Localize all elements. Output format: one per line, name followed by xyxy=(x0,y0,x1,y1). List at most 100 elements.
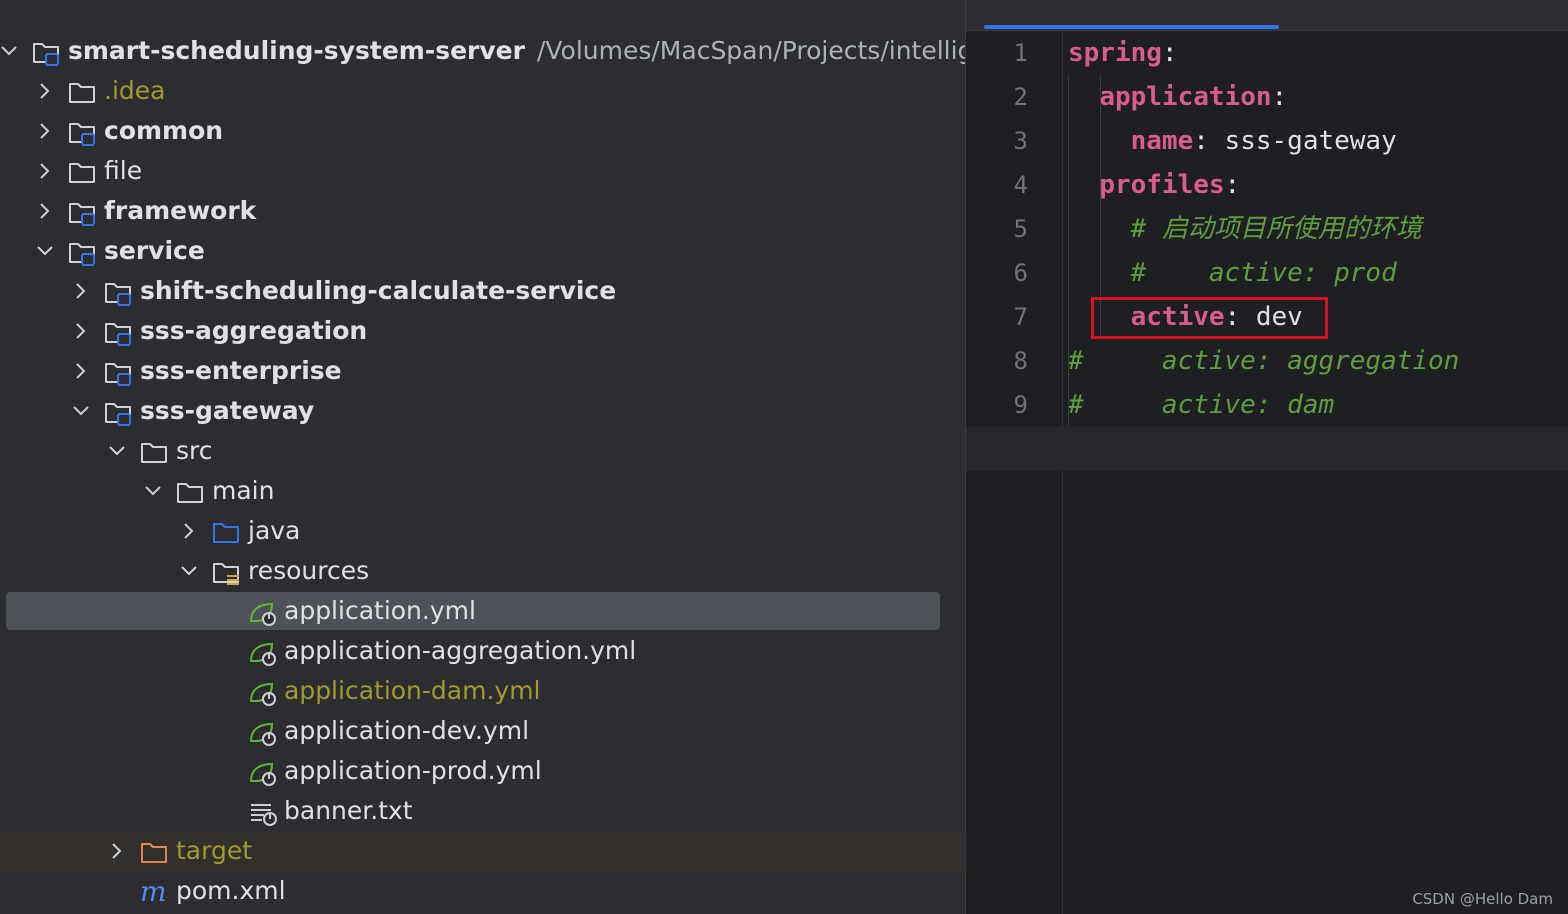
chevron-down-icon[interactable] xyxy=(0,41,17,61)
tree-item-label: shift-scheduling-calculate-service xyxy=(140,276,617,305)
tree-row[interactable]: application-dev.yml xyxy=(0,711,965,751)
code-token: : sss-gateway xyxy=(1193,126,1397,156)
chevron-right-icon[interactable] xyxy=(72,321,88,341)
tree-item-label: application-aggregation.yml xyxy=(284,636,637,665)
tree-row[interactable]: framework xyxy=(0,191,965,231)
tree-item-label: banner.txt xyxy=(284,796,413,825)
tree-row[interactable]: sss-gateway xyxy=(0,391,965,431)
module-folder-icon xyxy=(104,279,132,306)
tree-row[interactable]: application-prod.yml xyxy=(0,751,965,791)
code-line[interactable]: profiles: xyxy=(966,163,1568,207)
yaml-editor[interactable]: 12345678910 spring: application: name: s… xyxy=(965,0,1568,914)
code-token: : xyxy=(1161,38,1178,68)
tree-row[interactable]: smart-scheduling-system-server/Volumes/M… xyxy=(0,31,965,71)
code-line-text: name: sss-gateway xyxy=(1068,119,1397,163)
folder-icon xyxy=(140,439,168,465)
code-line-text: # active: dam xyxy=(1068,383,1334,427)
code-token: profiles xyxy=(1099,170,1225,200)
editor-tab-strip[interactable] xyxy=(966,0,1568,31)
code-line-text: spring: xyxy=(1068,31,1178,75)
spring-config-file-icon xyxy=(248,759,276,786)
text-file-icon xyxy=(248,799,277,826)
tree-row[interactable]: sss-enterprise xyxy=(0,351,965,391)
code-line[interactable]: spring: xyxy=(966,31,1568,75)
active-tab-indicator xyxy=(984,25,1279,29)
chevron-right-icon[interactable] xyxy=(72,281,88,301)
watermark: CSDN @Hello Dam xyxy=(1412,890,1553,908)
chevron-down-icon[interactable] xyxy=(144,481,161,501)
tree-row[interactable]: .idea xyxy=(0,71,965,111)
tree-row[interactable]: common xyxy=(0,111,965,151)
folder-icon xyxy=(68,79,96,105)
tree-row[interactable]: service xyxy=(0,231,965,271)
tree-item-label: service xyxy=(104,236,205,265)
tree-row[interactable]: src xyxy=(0,431,965,471)
code-line-text: # active: aggregation xyxy=(1068,339,1459,383)
tree-item-label: java xyxy=(248,516,301,545)
tree-row[interactable]: application-dam.yml xyxy=(0,671,965,711)
code-line[interactable]: # active: prod xyxy=(966,251,1568,295)
chevron-right-icon[interactable] xyxy=(180,521,196,541)
code-token: : xyxy=(1271,82,1288,112)
code-line[interactable]: # 启动项目所使用的环境 xyxy=(966,207,1568,251)
tree-item-label: smart-scheduling-system-server/Volumes/M… xyxy=(68,36,965,66)
tree-item-label: src xyxy=(176,436,213,465)
chevron-right-icon[interactable] xyxy=(36,81,52,101)
project-path: /Volumes/MacSpan/Projects/intelliger xyxy=(536,36,965,65)
spring-config-file-icon xyxy=(248,599,276,626)
tree-row[interactable]: java xyxy=(0,511,965,551)
tree-row[interactable]: sss-aggregation xyxy=(0,311,965,351)
code-line-text: # active: prod xyxy=(1068,251,1397,295)
module-folder-icon xyxy=(68,199,96,226)
tree-row[interactable]: main xyxy=(0,471,965,511)
tree-row[interactable]: application.yml xyxy=(0,591,965,631)
chevron-down-icon[interactable] xyxy=(36,241,53,261)
code-line[interactable] xyxy=(966,427,1568,471)
module-folder-icon xyxy=(104,399,132,426)
module-folder-icon xyxy=(32,39,60,66)
chevron-down-icon[interactable] xyxy=(72,401,89,421)
code-token: # active: aggregation xyxy=(1068,346,1460,376)
code-token: application xyxy=(1099,82,1272,112)
chevron-down-icon[interactable] xyxy=(180,561,197,581)
tree-row[interactable]: file xyxy=(0,151,965,191)
indent-guide xyxy=(1068,75,1069,427)
code-line[interactable]: application: xyxy=(966,75,1568,119)
code-token: # 启动项目所使用的环境 xyxy=(1130,214,1422,244)
spring-config-file-icon xyxy=(248,679,276,706)
code-token: : xyxy=(1224,170,1241,200)
chevron-right-icon[interactable] xyxy=(108,841,124,861)
red-highlight-annotation xyxy=(1091,297,1328,339)
code-line[interactable]: name: sss-gateway xyxy=(966,119,1568,163)
code-line[interactable]: # active: aggregation xyxy=(966,339,1568,383)
tree-item-label: sss-gateway xyxy=(140,396,315,425)
resources-folder-icon xyxy=(212,559,240,585)
tree-row[interactable]: m pom.xml xyxy=(0,871,965,911)
tree-item-label: application.yml xyxy=(284,596,476,625)
tree-row[interactable]: resources xyxy=(0,551,965,591)
chevron-right-icon[interactable] xyxy=(36,161,52,181)
tree-row[interactable]: shift-scheduling-calculate-service xyxy=(0,271,965,311)
chevron-right-icon[interactable] xyxy=(72,361,88,381)
code-token: # active: dam xyxy=(1068,390,1335,420)
tree-row[interactable]: target xyxy=(0,831,965,871)
tree-row[interactable]: banner.txt xyxy=(0,791,965,831)
chevron-right-icon[interactable] xyxy=(36,121,52,141)
code-line[interactable]: # active: dam xyxy=(966,383,1568,427)
tree-row[interactable]: application-aggregation.yml xyxy=(0,631,965,671)
code-token: spring xyxy=(1068,38,1162,68)
folder-icon xyxy=(68,159,96,185)
tree-item-label: framework xyxy=(104,196,257,225)
folder-icon xyxy=(176,479,204,505)
chevron-down-icon[interactable] xyxy=(108,441,125,461)
module-folder-icon xyxy=(68,239,96,266)
tree-item-label: application-dev.yml xyxy=(284,716,530,745)
tree-item-label: file xyxy=(104,156,143,185)
chevron-right-icon[interactable] xyxy=(36,201,52,221)
project-tree-panel: smart-scheduling-system-server/Volumes/M… xyxy=(0,0,965,914)
source-folder-icon xyxy=(212,519,240,545)
excluded-folder-icon xyxy=(140,839,168,865)
module-folder-icon xyxy=(104,319,132,346)
spring-config-file-icon xyxy=(248,719,276,746)
